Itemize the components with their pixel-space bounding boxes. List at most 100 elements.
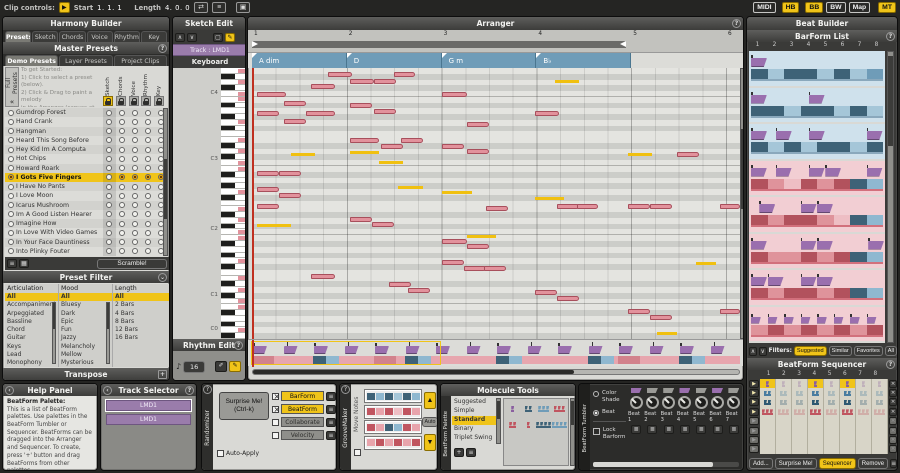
scroll-up-icon[interactable]: ∧ xyxy=(749,347,757,356)
sequencer-cell[interactable] xyxy=(776,379,792,388)
beatform-trapezoid[interactable] xyxy=(809,95,825,104)
beat-option-button[interactable]: ≣ xyxy=(647,425,657,434)
note[interactable] xyxy=(284,101,306,106)
track-badge[interactable]: Track : LMD1 xyxy=(173,44,246,56)
beatform-trapezoid[interactable] xyxy=(751,317,761,324)
chord-region[interactable]: D xyxy=(347,53,442,68)
note[interactable] xyxy=(720,309,740,314)
sequencer-cell[interactable] xyxy=(776,417,792,426)
layer-radio[interactable] xyxy=(106,193,112,199)
chord-region[interactable]: B♭ xyxy=(536,53,631,68)
preset-radio[interactable] xyxy=(8,239,14,245)
note[interactable] xyxy=(557,296,579,301)
filter-button-similar[interactable]: Similar xyxy=(829,346,852,356)
barform-row[interactable] xyxy=(749,88,885,123)
tumbler-option[interactable]: Beat xyxy=(593,409,626,416)
preset-radio[interactable] xyxy=(8,202,14,208)
melody-highlight[interactable] xyxy=(257,224,291,227)
filter-item[interactable]: Mellow xyxy=(59,351,112,359)
beatform-trapezoid[interactable] xyxy=(759,204,775,213)
row-play-button[interactable]: ▶ xyxy=(749,427,759,435)
filter-item[interactable]: All xyxy=(5,293,58,301)
note[interactable] xyxy=(279,193,301,198)
filter-item[interactable]: 12 Bars xyxy=(113,326,169,334)
filter-item[interactable]: Fun xyxy=(59,326,112,334)
layer-radio[interactable] xyxy=(119,156,125,162)
layer-radio[interactable] xyxy=(132,230,138,236)
preset-list-scrollbar[interactable] xyxy=(163,108,168,256)
filter-item[interactable]: Arpeggiated xyxy=(5,310,58,318)
layer-radio[interactable] xyxy=(106,165,112,171)
palette-item[interactable]: Standard xyxy=(452,416,496,425)
loop-region[interactable] xyxy=(252,41,626,48)
arranger-hscroll-thumb[interactable] xyxy=(253,370,574,374)
filter-item[interactable]: Dark xyxy=(59,310,112,318)
layer-radio[interactable] xyxy=(119,119,125,125)
row-delete-button[interactable]: × xyxy=(889,445,897,453)
layer-radio[interactable] xyxy=(119,128,125,134)
preset-radio[interactable] xyxy=(8,248,14,254)
beatform-trapezoid[interactable] xyxy=(558,346,572,354)
note[interactable] xyxy=(257,187,279,192)
filter-item[interactable]: Bluesy xyxy=(59,301,112,309)
layer-radio[interactable] xyxy=(145,128,151,134)
filter-item[interactable]: 16 Bars xyxy=(113,334,169,342)
loop-icon[interactable]: ⇄ xyxy=(194,2,208,13)
preset-radio[interactable] xyxy=(8,156,14,162)
sequencer-cell[interactable] xyxy=(856,407,872,416)
layer-radio[interactable] xyxy=(145,248,151,254)
sequencer-cell[interactable] xyxy=(808,388,824,397)
row-delete-button[interactable]: × xyxy=(889,398,897,406)
note[interactable] xyxy=(467,149,489,154)
help-icon[interactable]: ? xyxy=(886,32,895,41)
preset-row[interactable]: In Your Face Dauntiness xyxy=(5,238,167,247)
note[interactable] xyxy=(350,138,379,143)
beatform-trapezoid[interactable] xyxy=(867,168,883,177)
note[interactable] xyxy=(408,288,430,293)
beat-knob[interactable] xyxy=(646,396,659,409)
preset-radio[interactable] xyxy=(8,147,14,153)
preset-row[interactable]: Imagine How xyxy=(5,219,167,228)
barform-row[interactable] xyxy=(749,124,885,159)
note[interactable] xyxy=(257,204,279,209)
molecule-cell[interactable] xyxy=(522,417,536,431)
groove-strip[interactable] xyxy=(365,421,421,433)
note[interactable] xyxy=(257,171,279,176)
preset-row[interactable]: Hot Chips xyxy=(5,154,167,163)
full-presets-collapse[interactable]: Full Presets « xyxy=(5,67,19,107)
help-icon[interactable]: ? xyxy=(158,44,167,53)
option-checkbox[interactable] xyxy=(272,419,279,426)
melody-highlight[interactable] xyxy=(442,191,471,194)
layer-radio[interactable] xyxy=(145,184,151,190)
sequencer-cell[interactable] xyxy=(840,379,856,388)
preset-radio[interactable] xyxy=(8,221,14,227)
beat-knob[interactable] xyxy=(695,396,708,409)
note[interactable] xyxy=(381,144,403,149)
note[interactable] xyxy=(306,111,335,116)
layer-radio[interactable] xyxy=(132,156,138,162)
sequencer-cell[interactable] xyxy=(856,388,872,397)
palette-menu-icon[interactable]: ≡ xyxy=(466,448,476,457)
layer-radio[interactable] xyxy=(132,128,138,134)
filter-item[interactable]: Jazzy xyxy=(59,334,112,342)
filter-item[interactable]: Guitar xyxy=(5,334,58,342)
layer-radio[interactable] xyxy=(132,239,138,245)
start-value[interactable]: 1. 1. 1 xyxy=(97,4,122,12)
sequencer-cell[interactable] xyxy=(824,379,840,388)
sequencer-cell[interactable] xyxy=(840,398,856,407)
row-delete-button[interactable]: × xyxy=(889,436,897,444)
sequencer-cell[interactable] xyxy=(792,445,808,454)
sequencer-cell[interactable] xyxy=(840,426,856,435)
note[interactable] xyxy=(650,204,672,209)
layer-radio[interactable] xyxy=(106,137,112,143)
preset-radio[interactable] xyxy=(8,211,14,217)
sequencer-cell[interactable] xyxy=(840,407,856,416)
duplicate-icon[interactable]: ▣ xyxy=(236,2,250,13)
beat-option-button[interactable]: ≣ xyxy=(729,425,739,434)
beatform-trapezoid[interactable] xyxy=(817,204,833,213)
filter-item[interactable]: 4 Bars xyxy=(113,310,169,318)
chord-region[interactable]: G m xyxy=(442,53,537,68)
note[interactable] xyxy=(372,222,394,227)
option-menu-icon[interactable]: ≡ xyxy=(326,405,336,414)
sequencer-cell[interactable] xyxy=(760,398,776,407)
